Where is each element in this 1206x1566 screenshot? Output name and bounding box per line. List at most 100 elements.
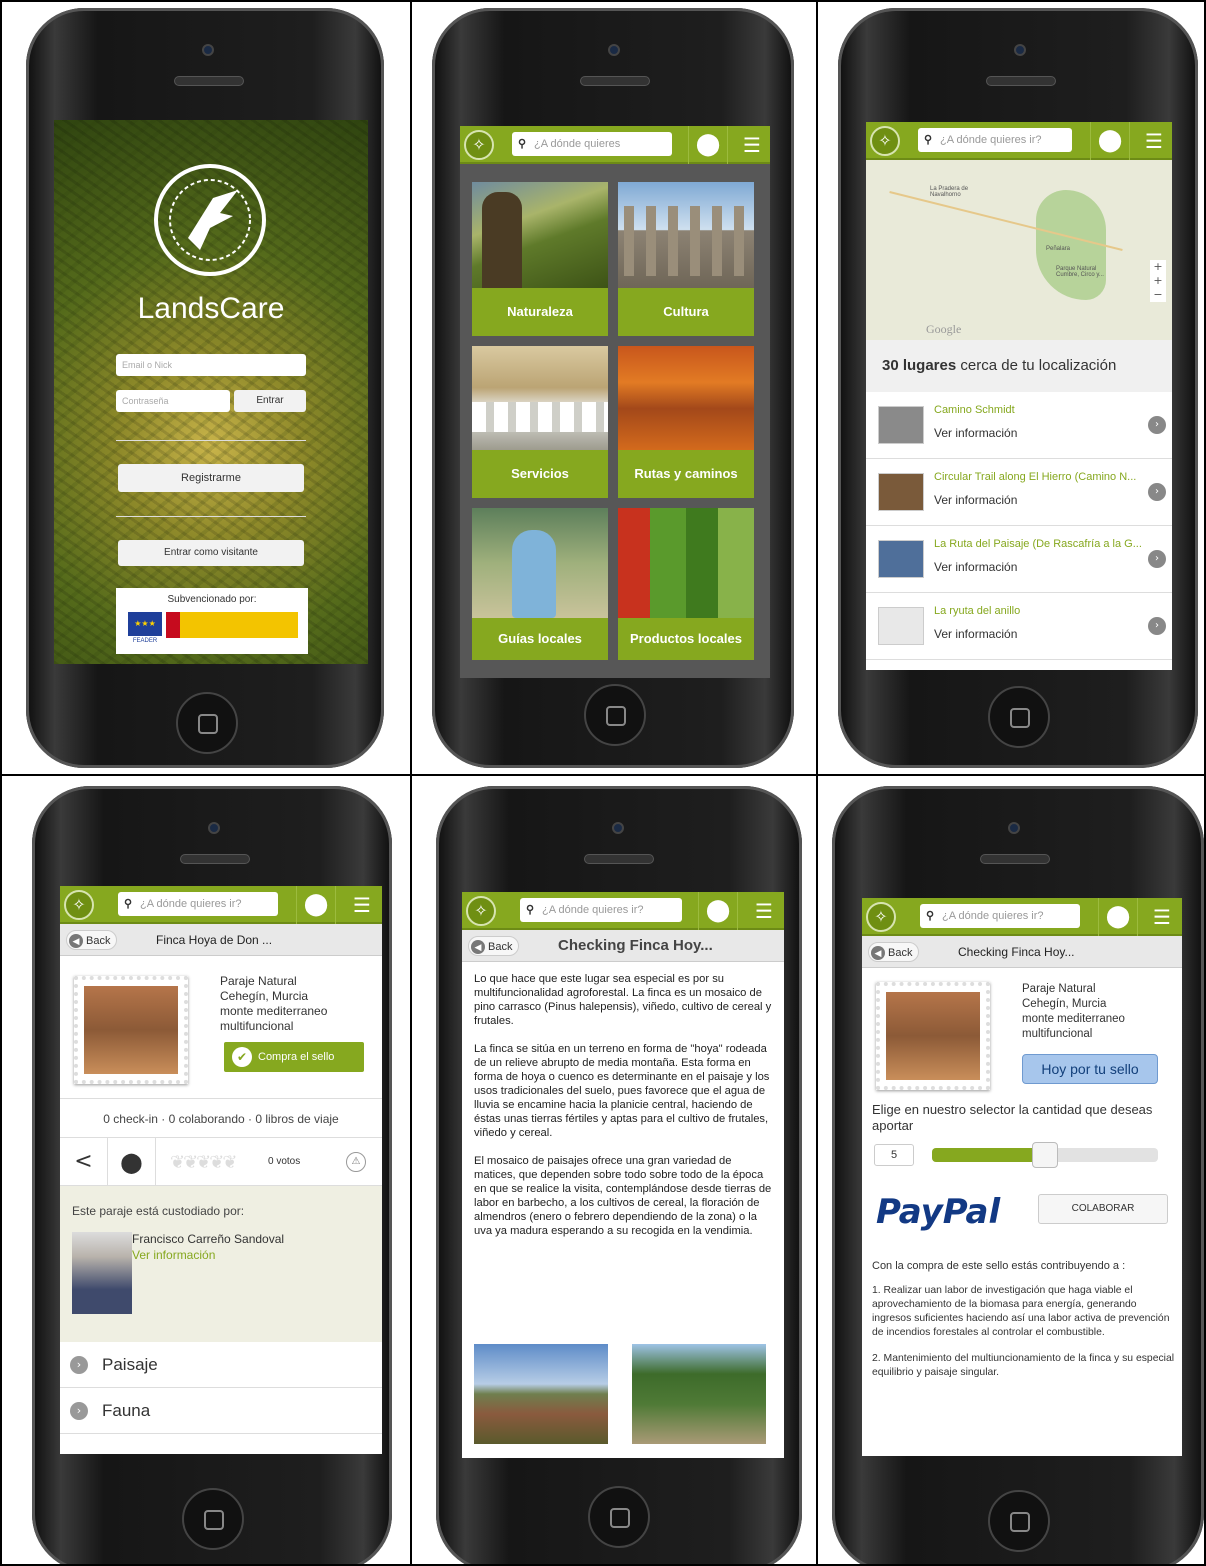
- search-placeholder: ¿A dónde quieres ir?: [942, 910, 1044, 922]
- location-pin-icon[interactable]: ⬤: [296, 886, 336, 924]
- home-button[interactable]: [988, 1490, 1050, 1552]
- detail-panel: ✧ ⚲ ¿A dónde quieres ir? ⬤ ☰ ◀ Back Finca …: [2, 776, 410, 1564]
- menu-icon[interactable]: ☰: [732, 126, 770, 164]
- autumn-path-photo: [618, 346, 754, 450]
- back-arrow-icon: ◀: [871, 946, 885, 961]
- category-tile-cultura[interactable]: Cultura: [618, 182, 754, 336]
- chevron-right-icon[interactable]: ›: [1148, 617, 1166, 635]
- top-bar: ✧ ⚲ ¿A dónde quieres ir? ⬤ ☰: [462, 892, 784, 930]
- menu-icon[interactable]: ☰: [1134, 122, 1172, 160]
- search-input[interactable]: ⚲ ¿A dónde quieres ir?: [118, 892, 278, 916]
- map[interactable]: La Pradera de Navalhorno Parque Natural …: [866, 160, 1172, 340]
- place-name: Camino Schmidt: [934, 404, 1015, 416]
- home-button[interactable]: [584, 684, 646, 746]
- top-bar: ✧ ⚲ ¿A dónde quieres ir? ⬤ ☰: [862, 898, 1182, 936]
- spain-govt-logo: [166, 612, 298, 638]
- collaborate-button[interactable]: COLABORAR: [1038, 1194, 1168, 1224]
- camera: [208, 822, 220, 834]
- home-button[interactable]: [176, 692, 238, 754]
- paypal-logo: PayPal: [876, 1192, 1001, 1232]
- search-input[interactable]: ⚲ ¿A dónde quieres: [512, 132, 672, 156]
- app-name: LandsCare: [137, 292, 285, 325]
- nearby-panel: ✧ ⚲ ¿A dónde quieres ir? ⬤ ☰ La Pradera d…: [818, 2, 1204, 774]
- location-pin-icon[interactable]: ⬤: [1090, 122, 1130, 160]
- rating-leaves-icon[interactable]: ❦❦❦❦❦: [170, 1152, 260, 1174]
- location-icon[interactable]: ⬤: [108, 1138, 156, 1186]
- home-button[interactable]: [588, 1486, 650, 1548]
- email-field[interactable]: Email o Nick: [116, 354, 306, 376]
- list-item[interactable]: Camino Schmidt Ver información ›: [866, 392, 1172, 459]
- back-arrow-icon: ◀: [69, 934, 83, 949]
- location-pin-icon[interactable]: ⬤: [688, 126, 728, 164]
- search-input[interactable]: ⚲ ¿A dónde quieres ir?: [920, 904, 1080, 928]
- info-line: Cehegín, Murcia: [220, 989, 309, 1003]
- app-logo-icon[interactable]: ✧: [64, 890, 94, 920]
- share-icon[interactable]: <: [60, 1138, 108, 1186]
- search-placeholder: ¿A dónde quieres ir?: [542, 904, 644, 916]
- list-item[interactable]: Circular Trail along El Hierro (Camino N…: [866, 459, 1172, 526]
- report-icon[interactable]: ⚠: [346, 1152, 366, 1172]
- info-line: monte mediterraneo: [220, 1004, 328, 1018]
- donate-panel: ✧ ⚲ ¿A dónde quieres ir? ⬤ ☰ ◀ Back Checki…: [818, 776, 1204, 1564]
- slider-thumb[interactable]: [1032, 1142, 1058, 1168]
- guardian-link[interactable]: Ver información: [132, 1248, 215, 1262]
- category-tile-productos[interactable]: Productos locales: [618, 508, 754, 660]
- chevron-right-icon[interactable]: ›: [1148, 550, 1166, 568]
- search-input[interactable]: ⚲ ¿A dónde quieres ir?: [520, 898, 682, 922]
- camera: [1008, 822, 1020, 834]
- chevron-right-icon[interactable]: ›: [1148, 483, 1166, 501]
- home-button[interactable]: [182, 1488, 244, 1550]
- search-placeholder: ¿A dónde quieres ir?: [940, 134, 1042, 146]
- sections-list: › Paisaje › Fauna: [60, 1342, 382, 1434]
- list-item[interactable]: La ryuta del anillo Ver información ›: [866, 593, 1172, 660]
- app-logo-icon[interactable]: ✧: [464, 130, 494, 160]
- category-label: Guías locales: [472, 618, 608, 660]
- location-pin-icon[interactable]: ⬤: [1098, 898, 1138, 936]
- section-item[interactable]: › Paisaje: [60, 1342, 382, 1388]
- buy-stamp-button[interactable]: Hoy por tu sello: [1022, 1054, 1158, 1084]
- category-label: Cultura: [618, 288, 754, 336]
- nearby-count: 30 lugares cerca de tu localización: [866, 340, 1172, 392]
- app-logo-icon[interactable]: ✧: [870, 126, 900, 156]
- phone-frame: ✧ ⚲ ¿A dónde quieres ⬤ ☰ Naturaleza Cultu…: [432, 8, 794, 768]
- password-field[interactable]: Contraseña: [116, 390, 230, 412]
- place-action: Ver información: [934, 493, 1018, 507]
- back-button[interactable]: ◀ Back: [868, 942, 920, 962]
- zoom-controls[interactable]: + + −: [1150, 260, 1166, 302]
- menu-icon[interactable]: ☰: [744, 892, 784, 930]
- location-pin-icon[interactable]: ⬤: [698, 892, 738, 930]
- enter-button[interactable]: Entrar: [234, 390, 306, 412]
- app-logo-icon[interactable]: ✧: [466, 896, 496, 926]
- category-tile-guias[interactable]: Guías locales: [472, 508, 608, 660]
- category-tile-naturaleza[interactable]: Naturaleza: [472, 182, 608, 336]
- top-bar: ✧ ⚲ ¿A dónde quieres ⬤ ☰: [460, 126, 770, 164]
- back-button[interactable]: ◀ Back: [468, 936, 520, 956]
- guardian-label: Este paraje está custodiado por:: [72, 1204, 245, 1218]
- menu-icon[interactable]: ☰: [1142, 898, 1182, 936]
- contrib-item: 2. Mantenimiento del multiuncionamiento …: [872, 1353, 1175, 1378]
- category-tile-servicios[interactable]: Servicios: [472, 346, 608, 498]
- category-tile-rutas[interactable]: Rutas y caminos: [618, 346, 754, 498]
- categories-screen: ✧ ⚲ ¿A dónde quieres ⬤ ☰ Naturaleza Cultu…: [460, 126, 770, 678]
- search-input[interactable]: ⚲ ¿A dónde quieres ir?: [918, 128, 1072, 152]
- guest-button[interactable]: Entrar como visitante: [118, 540, 304, 566]
- search-icon: ⚲: [526, 904, 535, 916]
- buy-stamp-button[interactable]: ✔ Compra el sello: [224, 1042, 364, 1072]
- place-info: Paraje Natural Cehegín, Murcia monte medit…: [1022, 982, 1172, 1042]
- slider-fill: [932, 1148, 1045, 1162]
- chevron-right-icon[interactable]: ›: [1148, 416, 1166, 434]
- back-label: Back: [86, 935, 111, 947]
- amount-slider[interactable]: [932, 1142, 1158, 1168]
- home-button[interactable]: [988, 686, 1050, 748]
- sub-header: ◀ Back Finca Hoya de Don ...: [60, 924, 382, 956]
- menu-icon[interactable]: ☰: [342, 886, 382, 924]
- phone-frame: ✧ ⚲ ¿A dónde quieres ir? ⬤ ☰ ◀ Back Checki…: [436, 786, 802, 1564]
- back-button[interactable]: ◀ Back: [66, 930, 118, 950]
- speaker: [980, 854, 1050, 864]
- register-button[interactable]: Registrarme: [118, 464, 304, 492]
- list-item[interactable]: La Ruta del Paisaje (De Rascafría a la G…: [866, 526, 1172, 593]
- app-logo-icon[interactable]: ✧: [866, 902, 896, 932]
- section-item[interactable]: › Fauna: [60, 1388, 382, 1434]
- amount-field[interactable]: 5: [874, 1144, 914, 1166]
- info-line: multifuncional: [1022, 1028, 1093, 1040]
